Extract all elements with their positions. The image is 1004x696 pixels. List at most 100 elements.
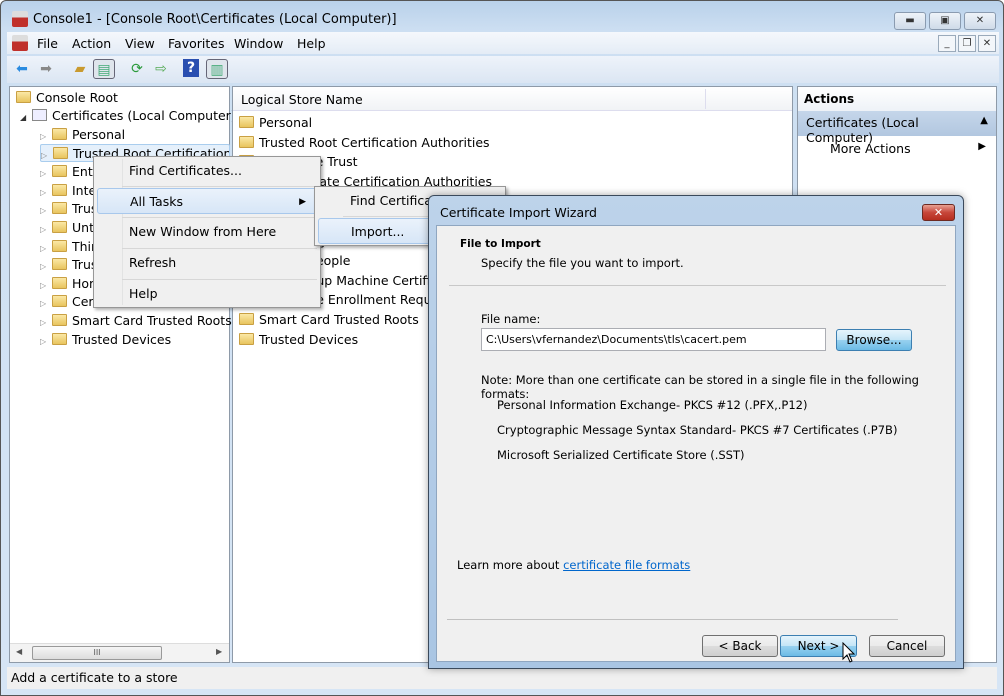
scroll-thumb[interactable]: III bbox=[32, 646, 162, 660]
collapsed-arrow-icon[interactable]: ▷ bbox=[40, 202, 52, 220]
close-button[interactable]: ✕ bbox=[964, 12, 996, 30]
help-icon[interactable]: ? bbox=[183, 59, 199, 77]
tree-label: Personal bbox=[72, 127, 126, 142]
column-logical-store-name[interactable]: Logical Store Name bbox=[241, 92, 363, 107]
child-close-button[interactable]: ✕ bbox=[978, 35, 996, 52]
learn-more-text: Learn more about certificate file format… bbox=[457, 558, 690, 572]
list-item[interactable]: Trusted Root Certification Authorities bbox=[239, 134, 490, 152]
collapse-icon[interactable]: ▲ bbox=[980, 115, 988, 126]
more-actions-label: More Actions bbox=[830, 141, 911, 156]
console-icon[interactable] bbox=[12, 35, 28, 51]
export-list-icon[interactable]: ⇨ bbox=[150, 59, 172, 79]
menu-favorites[interactable]: Favorites bbox=[168, 36, 224, 51]
menu-action[interactable]: Action bbox=[72, 36, 111, 51]
status-bar: Add a certificate to a store bbox=[7, 667, 997, 689]
collapsed-arrow-icon[interactable]: ▷ bbox=[40, 333, 52, 351]
wizard-close-button[interactable]: ✕ bbox=[922, 204, 955, 221]
collapsed-arrow-icon[interactable]: ▷ bbox=[40, 295, 52, 313]
tree-item[interactable]: ▷ Trusted Devices bbox=[40, 331, 171, 349]
wizard-heading: File to Import bbox=[460, 238, 541, 250]
certificate-snapin-icon bbox=[32, 109, 47, 121]
format-pfx: Personal Information Exchange- PKCS #12 … bbox=[497, 398, 808, 412]
tree-item-console-root[interactable]: Console Root bbox=[16, 89, 118, 107]
wizard-subheading: Specify the file you want to import. bbox=[481, 256, 684, 270]
collapsed-arrow-icon[interactable]: ▷ bbox=[40, 314, 52, 332]
child-minimize-button[interactable]: _ bbox=[938, 35, 956, 52]
collapsed-arrow-icon[interactable]: ▷ bbox=[40, 258, 52, 276]
cancel-button[interactable]: Cancel bbox=[869, 635, 945, 657]
menu-item-new-window[interactable]: New Window from Here bbox=[97, 219, 317, 245]
folder-icon bbox=[52, 128, 67, 140]
scroll-right-icon[interactable]: ▶ bbox=[216, 647, 222, 656]
maximize-button[interactable]: ▣ bbox=[929, 12, 961, 30]
learn-more-prefix: Learn more about bbox=[457, 558, 564, 572]
folder-icon bbox=[52, 295, 67, 307]
menu-item-refresh[interactable]: Refresh bbox=[97, 250, 317, 276]
wizard-body: File to Import Specify the file you want… bbox=[436, 225, 956, 662]
expanded-arrow-icon[interactable]: ◢ bbox=[20, 109, 32, 127]
separator bbox=[122, 186, 317, 187]
menu-view[interactable]: View bbox=[125, 36, 155, 51]
tree-item[interactable]: ▷ Personal bbox=[40, 126, 125, 144]
tree-item[interactable]: ▷ Smart Card Trusted Roots bbox=[40, 312, 232, 330]
browse-button[interactable]: Browse... bbox=[836, 329, 912, 351]
folder-icon bbox=[52, 258, 67, 270]
list-item-label: Trusted Root Certification Authorities bbox=[259, 134, 490, 150]
collapsed-arrow-icon[interactable]: ▷ bbox=[41, 147, 53, 161]
certificate-import-wizard: Certificate Import Wizard ✕ File to Impo… bbox=[428, 195, 964, 669]
submenu-arrow-icon: ▶ bbox=[978, 141, 986, 152]
collapsed-arrow-icon[interactable]: ▷ bbox=[40, 165, 52, 183]
menu-bar bbox=[7, 32, 999, 54]
menu-window[interactable]: Window bbox=[234, 36, 283, 51]
label: All Tasks bbox=[130, 194, 183, 209]
window-title: Console1 - [Console Root\Certificates (L… bbox=[33, 12, 397, 27]
menu-item-help[interactable]: Help bbox=[97, 281, 317, 307]
action-more-actions[interactable]: More Actions ▶ bbox=[798, 137, 996, 159]
list-item-label: Smart Card Trusted Roots bbox=[259, 312, 419, 327]
mouse-cursor-icon bbox=[842, 642, 856, 663]
minimize-button[interactable]: ▬ bbox=[894, 12, 926, 30]
wizard-title: Certificate Import Wizard bbox=[440, 205, 597, 220]
context-menu: Find Certificates... All Tasks ▶ New Wind… bbox=[93, 156, 321, 308]
refresh-icon[interactable]: ⟳ bbox=[126, 59, 148, 79]
up-folder-icon[interactable]: ▰ bbox=[69, 59, 91, 79]
file-name-label: File name: bbox=[481, 312, 541, 326]
folder-icon bbox=[239, 135, 254, 148]
back-icon[interactable]: ⬅ bbox=[11, 59, 33, 79]
menu-item-find-certificates[interactable]: Find Certificates... bbox=[97, 158, 317, 184]
menu-item-all-tasks[interactable]: All Tasks ▶ bbox=[97, 188, 317, 214]
folder-icon bbox=[16, 91, 31, 103]
separator bbox=[122, 217, 317, 218]
certificate-file-formats-link[interactable]: certificate file formats bbox=[563, 558, 690, 572]
actions-section-certificates[interactable]: Certificates (Local Computer) ▲ bbox=[798, 111, 996, 145]
folder-icon bbox=[239, 116, 254, 128]
collapsed-arrow-icon[interactable]: ▷ bbox=[40, 221, 52, 239]
folder-icon bbox=[239, 332, 254, 345]
file-name-input[interactable] bbox=[481, 328, 826, 351]
footer-separator bbox=[447, 619, 898, 620]
format-p7b: Cryptographic Message Syntax Standard- P… bbox=[497, 423, 898, 437]
folder-icon bbox=[52, 184, 67, 196]
tree-label: Certificates (Local Computer) bbox=[52, 108, 236, 123]
list-item[interactable]: Trusted Devices bbox=[239, 331, 358, 349]
menu-help[interactable]: Help bbox=[297, 36, 326, 51]
folder-icon bbox=[53, 147, 68, 159]
folder-icon bbox=[52, 202, 67, 214]
column-divider[interactable] bbox=[705, 89, 706, 109]
show-hide-action-pane-icon[interactable]: ▥ bbox=[206, 59, 228, 79]
tree-label: Console Root bbox=[36, 90, 118, 105]
folder-icon bbox=[52, 240, 67, 252]
back-button[interactable]: < Back bbox=[702, 635, 778, 657]
folder-icon bbox=[52, 333, 67, 345]
forward-icon[interactable]: ➡ bbox=[35, 59, 57, 79]
folder-icon bbox=[52, 221, 67, 233]
scroll-left-icon[interactable]: ◀ bbox=[16, 647, 22, 656]
child-restore-button[interactable]: ❐ bbox=[958, 35, 976, 52]
list-item[interactable]: Personal bbox=[239, 114, 312, 132]
list-item-label: Trusted Devices bbox=[259, 331, 359, 347]
show-hide-tree-icon[interactable]: ▤ bbox=[93, 59, 115, 79]
menu-file[interactable]: File bbox=[37, 36, 58, 51]
tree-item-certificates[interactable]: ◢ Certificates (Local Computer) bbox=[20, 107, 236, 125]
horizontal-scrollbar[interactable]: ◀ III ▶ bbox=[10, 643, 229, 662]
list-item[interactable]: Smart Card Trusted Roots bbox=[239, 311, 419, 329]
